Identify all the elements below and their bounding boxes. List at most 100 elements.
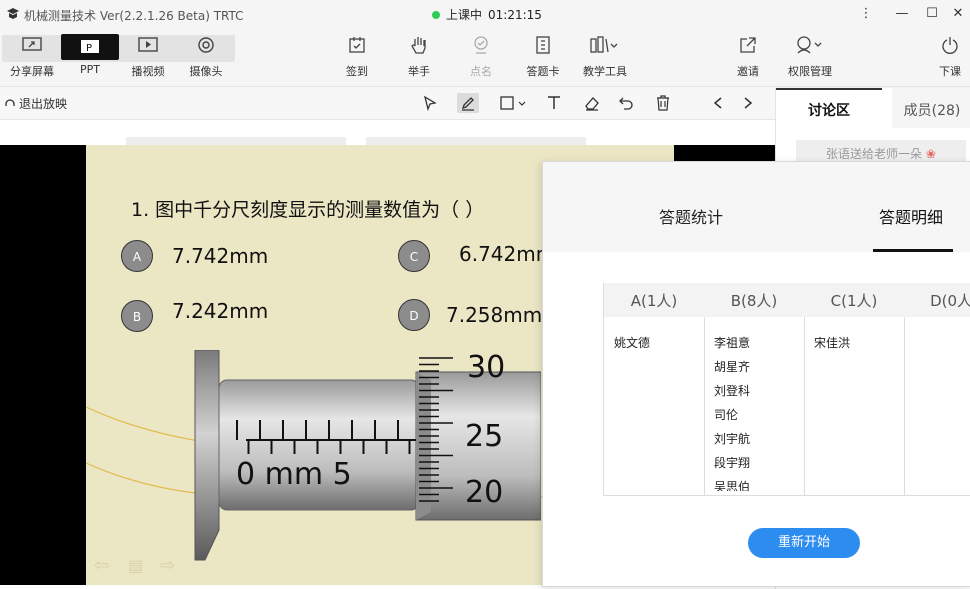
option-a-text: 7.742mm (172, 244, 269, 268)
slide-prev-icon[interactable]: ⇦ (94, 555, 109, 576)
student-name: 胡星齐 (714, 360, 751, 374)
title-bar: 机械测量技术 Ver(2.2.1.26 Beta) TRTC 上课中 01:21… (0, 0, 970, 30)
exit-slideshow-label: 退出放映 (19, 97, 68, 111)
text-tool-icon[interactable] (543, 93, 565, 113)
student-name: 姚文德 (614, 336, 651, 350)
answer-card-button[interactable]: 答题卡 (513, 34, 573, 79)
clear-trash-icon[interactable] (652, 93, 674, 113)
student-name: 李祖意 (714, 336, 751, 350)
signin-button[interactable]: 签到 (327, 34, 387, 79)
camera-button[interactable]: 摄像头 (176, 34, 236, 79)
ppt-button[interactable]: P PPT (60, 34, 120, 76)
column-header: B(8人) (704, 283, 804, 317)
main-toolbar: 分享屏幕 P PPT 播视频 摄像头 签到 举手 点名 答题卡 教学工具 邀请 … (0, 30, 970, 87)
drawing-toolbar: 退出放映 (0, 87, 775, 120)
micrometer-figure: 0 mm 5 30 25 20 (194, 350, 541, 561)
student-name: 刘登科 (714, 384, 751, 398)
video-play-icon (138, 37, 158, 52)
column-names: 李祖意胡星齐刘登科司伦刘宇航段宇翔吴思伯 (704, 317, 804, 491)
student-name: 段宇翔 (714, 456, 751, 470)
column-header: A(1人) (604, 283, 704, 317)
student-name: 司伦 (714, 408, 739, 422)
answer-column-b: B(8人) 李祖意胡星齐刘登科司伦刘宇航段宇翔吴思伯 (704, 283, 805, 495)
column-names: 宋佳洪 (804, 317, 904, 491)
restart-button[interactable]: 重新开始 (748, 528, 860, 558)
roll-call-icon (474, 36, 488, 54)
pen-tool-icon[interactable] (457, 93, 479, 113)
option-a-badge: A (121, 240, 153, 272)
calendar-check-icon (349, 37, 365, 53)
tab-answer-detail[interactable]: 答题明细 (879, 204, 943, 228)
gift-message-text: 张语送给老师一朵 (826, 147, 923, 161)
play-video-button[interactable]: 播视频 (118, 34, 178, 79)
option-b-badge: B (121, 300, 153, 332)
raise-hand-label: 举手 (408, 65, 430, 78)
thimble-25-label: 25 (465, 419, 503, 454)
flower-icon: ❀ (925, 147, 936, 161)
student-name: 刘宇航 (714, 432, 751, 446)
tab-members[interactable]: 成员(28) (892, 88, 970, 128)
close-button[interactable]: ✕ (948, 5, 968, 23)
exit-slideshow-button[interactable]: 退出放映 (4, 95, 67, 112)
option-d-badge: D (398, 299, 430, 331)
camera-label: 摄像头 (189, 65, 223, 78)
answer-card-label: 答题卡 (526, 65, 560, 78)
eraser-tool-icon[interactable] (581, 93, 603, 113)
class-status-label: 上课中 (446, 8, 483, 22)
teaching-tools-label: 教学工具 (583, 65, 627, 78)
option-b-text: 7.242mm (172, 299, 269, 323)
teaching-tools-button[interactable]: 教学工具 (575, 34, 635, 79)
column-names: 姚文德 (604, 317, 704, 491)
answer-column-a: A(1人) 姚文德 (604, 283, 705, 495)
tab-discussion[interactable]: 讨论区 (776, 88, 882, 130)
undo-icon[interactable] (615, 93, 637, 113)
share-screen-button[interactable]: 分享屏幕 (2, 34, 62, 79)
answer-table: A(1人) 姚文德 B(8人) 李祖意胡星齐刘登科司伦刘宇航段宇翔吴思伯 C(1… (603, 283, 970, 496)
next-slide-icon[interactable] (737, 93, 759, 113)
raise-hand-button[interactable]: 举手 (389, 34, 449, 79)
thimble-30-label: 30 (467, 350, 505, 385)
column-names (904, 317, 970, 491)
more-menu-icon[interactable]: ⋮ (856, 5, 876, 23)
invite-button[interactable]: 邀请 (718, 34, 778, 79)
roll-call-button[interactable]: 点名 (451, 34, 511, 79)
previous-slide-icon[interactable] (707, 93, 729, 113)
camera-icon (198, 37, 214, 53)
option-d-text: 7.258mm (446, 303, 543, 327)
permissions-button[interactable]: 权限管理 (780, 34, 840, 79)
headphones-icon (5, 98, 15, 106)
answer-column-c: C(1人) 宋佳洪 (804, 283, 905, 495)
active-tab-indicator (873, 249, 953, 252)
app-logo-icon (7, 8, 19, 19)
answer-column-d: D(0人) (904, 283, 970, 495)
ppt-label: PPT (80, 63, 100, 76)
end-class-button[interactable]: 下课 (920, 34, 970, 79)
letterbox-left (0, 145, 86, 585)
user-permissions-icon (797, 36, 822, 54)
hand-icon (411, 37, 426, 54)
student-name: 吴思伯 (714, 480, 751, 491)
minimize-button[interactable]: — (892, 5, 912, 23)
maximize-button[interactable]: ☐ (922, 5, 942, 23)
class-timer: 01:21:15 (488, 7, 542, 22)
question-text: 1. 图中千分尺刻度显示的测量数值为（ ） (131, 199, 485, 221)
pointer-tool-icon[interactable] (419, 93, 441, 113)
tab-answer-stats[interactable]: 答题统计 (659, 204, 723, 228)
column-header: C(1人) (804, 283, 904, 317)
live-status-dot (432, 10, 440, 19)
roll-call-label: 点名 (470, 65, 492, 78)
play-video-label: 播视频 (131, 65, 165, 78)
slide-next-icon[interactable]: ⇨ (160, 555, 175, 576)
svg-text:P: P (86, 43, 92, 54)
student-name: 宋佳洪 (814, 336, 851, 350)
permissions-label: 权限管理 (788, 65, 832, 78)
option-c-badge: C (398, 240, 430, 272)
window-title: 机械测量技术 Ver(2.2.1.26 Beta) TRTC (24, 9, 244, 23)
slide-menu-icon[interactable]: ▤ (128, 556, 143, 575)
screen-share-icon (22, 37, 42, 51)
share-screen-label: 分享屏幕 (10, 65, 54, 78)
thimble-20-label: 20 (465, 475, 503, 510)
ppt-icon: P (81, 40, 99, 54)
invite-label: 邀请 (737, 65, 759, 78)
shape-tool-icon[interactable] (497, 93, 531, 113)
